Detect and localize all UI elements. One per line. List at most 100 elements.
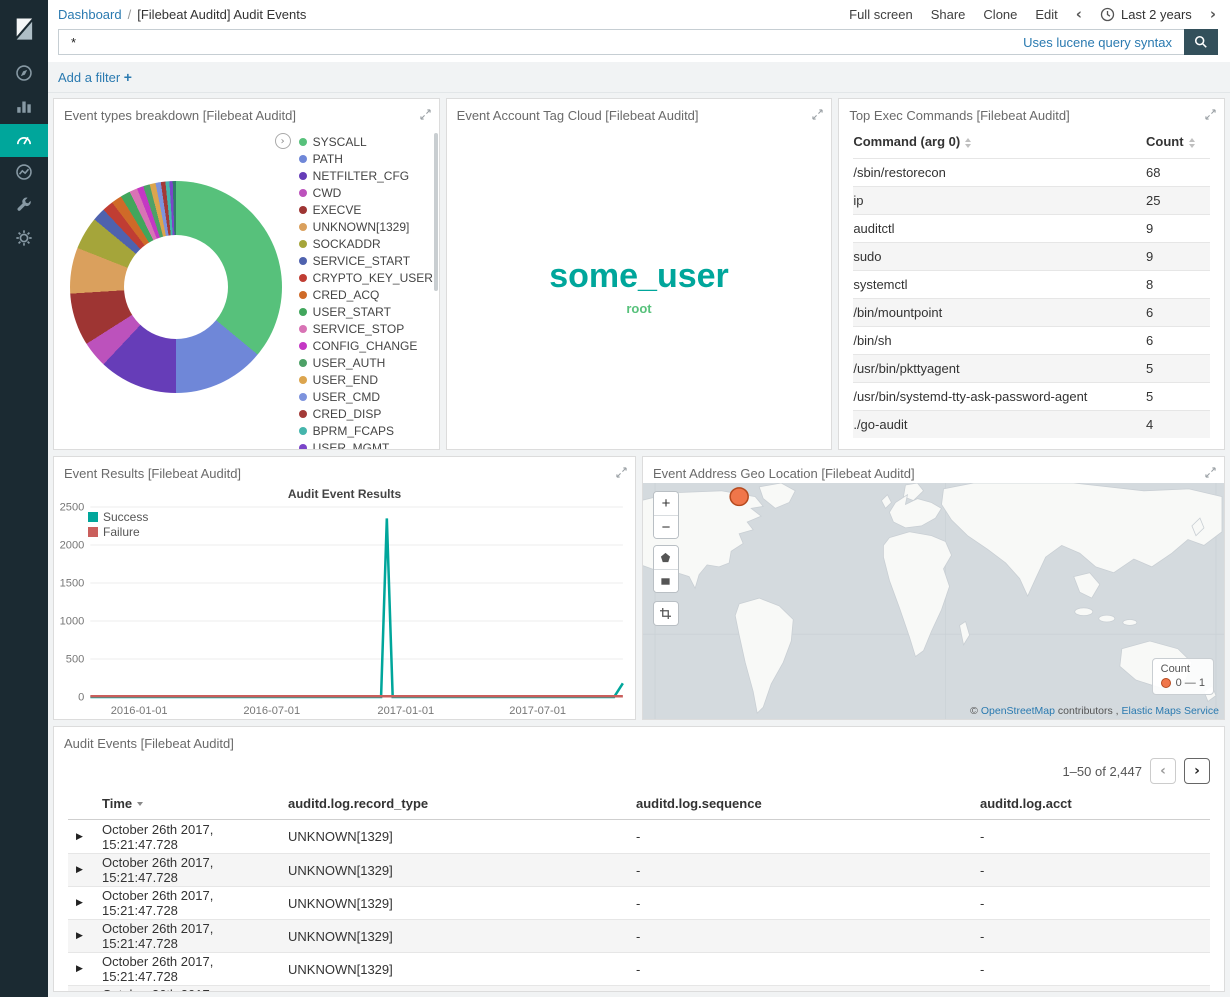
legend-item[interactable]: UNKNOWN[1329] (299, 218, 439, 235)
legend-item[interactable]: PATH (299, 150, 439, 167)
legend-item[interactable]: SYSCALL (299, 133, 439, 150)
time-back-chevron-icon[interactable]: ‹ (1076, 7, 1082, 22)
exec-command-cell[interactable]: ip (853, 187, 1146, 215)
legend-item[interactable]: USER_MGMT (299, 439, 439, 449)
legend-swatch (88, 512, 98, 522)
exec-command-cell[interactable]: /bin/mountpoint (853, 299, 1146, 327)
column-header-sequence[interactable]: auditd.log.sequence (636, 796, 980, 811)
exec-command-cell[interactable]: sudo (853, 243, 1146, 271)
legend-item[interactable]: NETFILTER_CFG (299, 167, 439, 184)
next-page-button[interactable]: › (1184, 758, 1210, 784)
time-cell: October 26th 2017, 15:21:47.728 (102, 921, 288, 951)
legend-scrollbar[interactable] (434, 133, 438, 291)
sidebar-item-timelion[interactable] (0, 157, 48, 190)
pagination-range-label: 1–50 of 2,447 (1062, 764, 1142, 779)
legend-item[interactable]: USER_AUTH (299, 354, 439, 371)
previous-page-button[interactable]: ‹ (1150, 758, 1176, 784)
zoom-in-button[interactable]: + (654, 492, 678, 515)
legend-item[interactable]: SERVICE_STOP (299, 320, 439, 337)
expand-panel-icon[interactable] (1205, 466, 1216, 481)
exec-count-cell[interactable]: 9 (1146, 243, 1210, 271)
legend-item[interactable]: CRED_DISP (299, 405, 439, 422)
management-gear-icon (15, 229, 33, 250)
sidebar-item-management[interactable] (0, 223, 48, 256)
exec-count-cell[interactable]: 5 (1146, 383, 1210, 411)
query-input[interactable] (59, 35, 1023, 50)
exec-command-cell[interactable]: /usr/bin/systemd-tty-ask-password-agent (853, 383, 1146, 411)
expand-panel-icon[interactable] (1205, 108, 1216, 123)
expand-panel-icon[interactable] (812, 108, 823, 123)
legend-item[interactable]: CONFIG_CHANGE (299, 337, 439, 354)
exec-command-cell[interactable]: /bin/sh (853, 327, 1146, 355)
breadcrumb-dashboard-link[interactable]: Dashboard (58, 7, 122, 22)
legend-item[interactable]: SOCKADDR (299, 235, 439, 252)
exec-count-cell[interactable]: 9 (1146, 215, 1210, 243)
elastic-maps-service-link[interactable]: Elastic Maps Service (1122, 705, 1219, 717)
column-header-acct[interactable]: auditd.log.acct (980, 796, 1210, 811)
sidebar-item-visualize[interactable] (0, 91, 48, 124)
sidebar-item-discover[interactable] (0, 58, 48, 91)
legend-item-success[interactable]: Success (88, 509, 148, 524)
expand-panel-icon[interactable] (420, 108, 431, 123)
exec-count-cell[interactable]: 8 (1146, 271, 1210, 299)
share-button[interactable]: Share (931, 7, 966, 22)
legend-item[interactable]: CRED_ACQ (299, 286, 439, 303)
crop-fit-data-button[interactable] (654, 602, 678, 625)
expand-row-icon[interactable]: ▶ (68, 832, 102, 842)
legend-swatch (299, 427, 307, 435)
draw-rectangle-tool-button[interactable] (654, 569, 678, 592)
legend-item[interactable]: BPRM_FCAPS (299, 422, 439, 439)
legend-item[interactable]: USER_CMD (299, 388, 439, 405)
legend-item-failure[interactable]: Failure (88, 524, 148, 539)
full-screen-button[interactable]: Full screen (849, 7, 913, 22)
legend-item[interactable]: USER_START (299, 303, 439, 320)
add-filter-link[interactable]: Add a filter + (58, 69, 132, 85)
draw-polygon-tool-button[interactable] (654, 546, 678, 569)
exec-command-cell[interactable]: systemctl (853, 271, 1146, 299)
time-picker-button[interactable]: Last 2 years (1100, 7, 1192, 22)
exec-count-cell[interactable]: 5 (1146, 355, 1210, 383)
column-header-command[interactable]: Command (arg 0) (853, 127, 1146, 159)
clone-button[interactable]: Clone (983, 7, 1017, 22)
exec-count-cell[interactable]: 6 (1146, 299, 1210, 327)
legend-item[interactable]: CRYPTO_KEY_USER (299, 269, 439, 286)
column-header-record-type[interactable]: auditd.log.record_type (288, 796, 636, 811)
sidebar-item-dashboard[interactable] (0, 124, 48, 157)
panel-title: Top Exec Commands [Filebeat Auditd] (849, 108, 1199, 123)
exec-count-cell[interactable]: 4 (1146, 411, 1210, 439)
kibana-logo[interactable] (0, 0, 48, 58)
column-header-time[interactable]: Time (102, 796, 288, 811)
sidebar-item-dev-tools[interactable] (0, 190, 48, 223)
tag-some-user[interactable]: some_user (549, 258, 729, 295)
expand-panel-icon[interactable] (616, 466, 627, 481)
legend-toggle-icon[interactable]: › (275, 133, 291, 149)
exec-command-cell[interactable]: /sbin/restorecon (853, 159, 1146, 187)
expand-row-icon[interactable]: ▶ (68, 898, 102, 908)
zoom-out-button[interactable]: − (654, 515, 678, 538)
geo-point-marker[interactable] (730, 488, 748, 506)
legend-item[interactable]: SERVICE_START (299, 252, 439, 269)
exec-count-cell[interactable]: 68 (1146, 159, 1210, 187)
search-button[interactable] (1184, 29, 1218, 55)
geo-map[interactable]: + − (643, 483, 1224, 719)
expand-row-icon[interactable]: ▶ (68, 865, 102, 875)
time-forward-chevron-icon[interactable]: › (1210, 7, 1216, 22)
expand-row-icon[interactable]: ▶ (68, 931, 102, 941)
legend-label: CRYPTO_KEY_USER (313, 271, 433, 285)
exec-command-cell[interactable]: ./go-audit (853, 411, 1146, 439)
svg-text:2017-07-01: 2017-07-01 (509, 705, 566, 717)
exec-count-cell[interactable]: 25 (1146, 187, 1210, 215)
openstreetmap-link[interactable]: OpenStreetMap (981, 705, 1055, 717)
legend-item[interactable]: CWD (299, 184, 439, 201)
event-types-donut-chart[interactable] (70, 181, 282, 393)
column-header-count[interactable]: Count (1146, 127, 1210, 159)
lucene-syntax-link[interactable]: Uses lucene query syntax (1023, 35, 1172, 50)
expand-row-icon[interactable]: ▶ (68, 964, 102, 974)
legend-item[interactable]: EXECVE (299, 201, 439, 218)
tag-root[interactable]: root (626, 302, 651, 316)
edit-button[interactable]: Edit (1035, 7, 1057, 22)
legend-item[interactable]: USER_END (299, 371, 439, 388)
exec-count-cell[interactable]: 6 (1146, 327, 1210, 355)
exec-command-cell[interactable]: /usr/bin/pkttyagent (853, 355, 1146, 383)
exec-command-cell[interactable]: auditctl (853, 215, 1146, 243)
